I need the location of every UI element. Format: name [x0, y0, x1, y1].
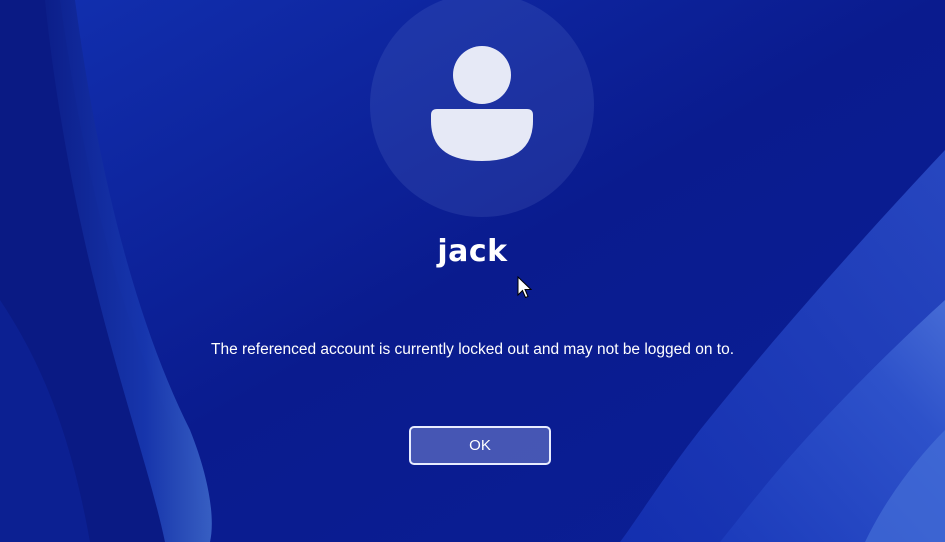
- mouse-pointer-icon: [517, 276, 533, 299]
- user-silhouette-icon: [431, 46, 533, 161]
- user-avatar: [370, 0, 594, 217]
- lock-screen: jack The referenced account is currently…: [0, 0, 945, 542]
- lockout-message: The referenced account is currently lock…: [210, 341, 734, 358]
- account-username: jack: [437, 234, 508, 269]
- ok-button[interactable]: OK: [409, 426, 551, 465]
